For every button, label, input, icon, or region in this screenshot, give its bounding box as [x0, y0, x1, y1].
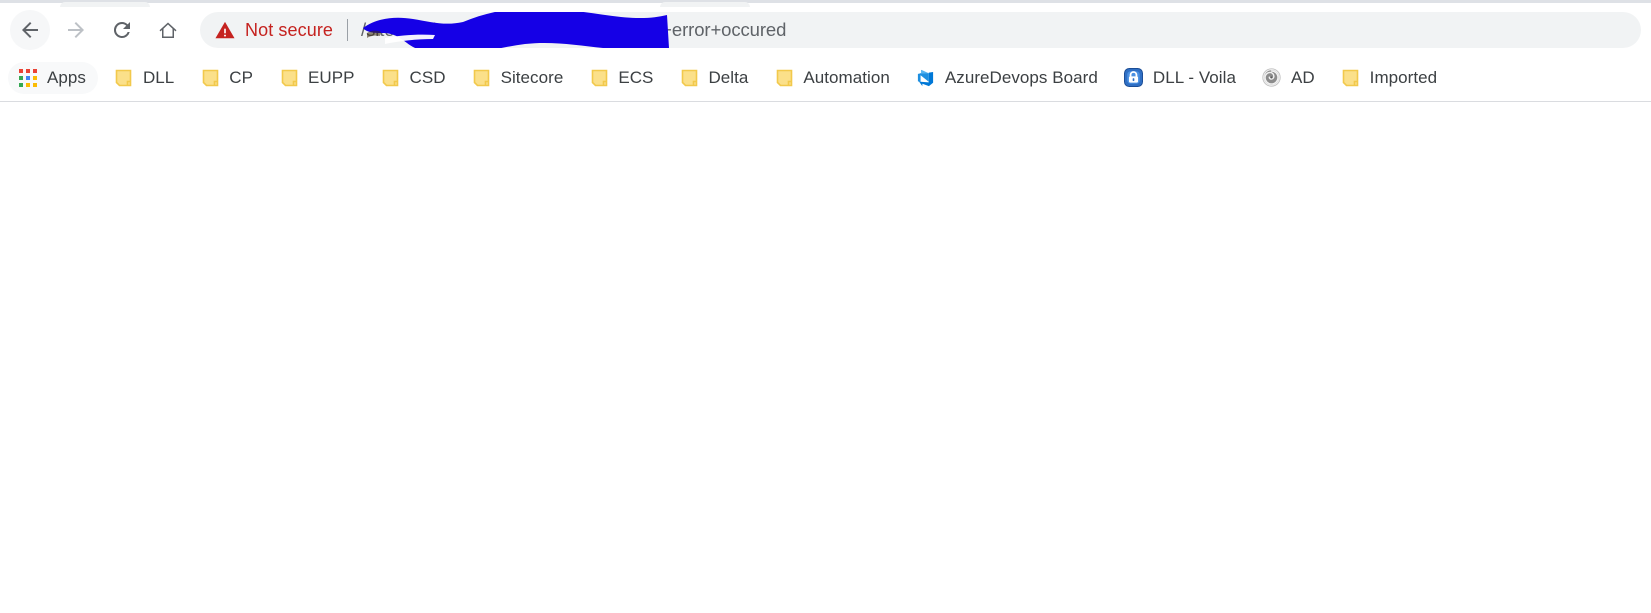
bookmark-ecs[interactable]: ECS: [579, 62, 663, 94]
browser-toolbar: Not secure /sitecore/service/error.aspx?…: [0, 6, 1651, 54]
folder-icon: [472, 68, 492, 88]
bookmark-cp[interactable]: CP: [190, 62, 263, 94]
back-button[interactable]: [10, 10, 50, 50]
bookmark-automation[interactable]: Automation: [764, 62, 900, 94]
url-display[interactable]: /sitecore/service/error.aspx?error=An+er…: [361, 12, 1641, 48]
folder-icon: [1341, 68, 1361, 88]
bookmark-label: AzureDevops Board: [944, 67, 1098, 87]
bookmark-dll-voila[interactable]: DLL - Voila: [1114, 62, 1246, 94]
back-arrow-icon: [22, 22, 38, 38]
omnibox-divider: [347, 19, 349, 41]
tab-curve: [60, 2, 150, 7]
bookmark-label: DLL - Voila: [1152, 67, 1236, 87]
forward-button[interactable]: [56, 10, 96, 50]
bookmark-sitecore[interactable]: Sitecore: [462, 62, 574, 94]
bookmark-label: AD: [1290, 67, 1315, 87]
bookmark-csd[interactable]: CSD: [371, 62, 456, 94]
bookmark-ad[interactable]: AD: [1252, 62, 1325, 94]
bookmark-dll[interactable]: DLL: [104, 62, 184, 94]
home-button[interactable]: [148, 10, 188, 50]
folder-icon: [200, 68, 220, 88]
bookmark-delta[interactable]: Delta: [669, 62, 758, 94]
browser-window: Not secure /sitecore/service/error.aspx?…: [0, 0, 1651, 613]
reload-icon: [113, 21, 130, 38]
tab-strip-edge: [0, 0, 1651, 7]
address-bar[interactable]: Not secure /sitecore/service/error.aspx?…: [200, 12, 1641, 48]
folder-icon: [679, 68, 699, 88]
bookmark-label: Imported: [1369, 67, 1438, 87]
bookmark-label: Automation: [803, 67, 890, 87]
azure-devops-icon: [916, 68, 936, 88]
bookmark-imported[interactable]: Imported: [1331, 62, 1448, 94]
forward-arrow-icon: [68, 22, 84, 38]
bookmark-label: ECS: [618, 67, 654, 87]
folder-icon: [114, 68, 134, 88]
tab-curve: [660, 2, 750, 7]
page-content: [0, 102, 1651, 613]
folder-icon: [381, 68, 401, 88]
padlock-icon: [1124, 68, 1144, 88]
bookmark-apps[interactable]: Apps: [8, 61, 98, 94]
bookmark-eupp[interactable]: EUPP: [269, 62, 365, 94]
bookmark-label: Apps: [47, 67, 86, 87]
folder-icon: [774, 68, 794, 88]
bookmark-label: EUPP: [308, 67, 355, 87]
bookmark-label: CP: [229, 67, 254, 87]
apps-grid-icon: [18, 68, 38, 88]
bookmark-azuredevops-board[interactable]: AzureDevops Board: [906, 62, 1108, 94]
reload-button[interactable]: [102, 10, 142, 50]
bookmark-label: Sitecore: [500, 67, 564, 87]
folder-icon: [589, 68, 609, 88]
warning-triangle-icon: [215, 21, 235, 39]
folder-icon: [279, 68, 299, 88]
url-text: /sitecore/service/error.aspx?error=An+er…: [361, 19, 787, 40]
bookmark-label: DLL: [142, 67, 175, 87]
bookmark-label: Delta: [708, 67, 749, 87]
security-status-label: Not secure: [245, 19, 334, 40]
bookmark-label: CSD: [409, 67, 446, 87]
bookmarks-bar: Apps DLL CP EUPP CSD Sitecore ECS Delta …: [0, 54, 1651, 102]
site-security-chip[interactable]: Not secure: [200, 19, 333, 41]
spiral-disc-icon: [1262, 68, 1282, 88]
home-icon: [159, 22, 177, 38]
